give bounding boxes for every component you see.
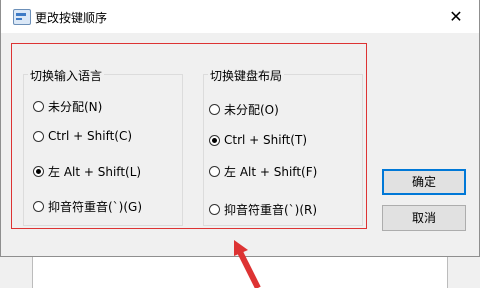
group-label-keyboard-layout: 切换键盘布局	[208, 67, 285, 84]
radio-label: 左 Alt + Shift(F)	[224, 165, 318, 179]
radio-layout-ctrl-shift[interactable]: Ctrl + Shift(T)	[209, 133, 307, 147]
radio-circle-checked[interactable]	[33, 166, 44, 177]
ok-button[interactable]: 确定	[382, 169, 466, 195]
group-label-input-language: 切换输入语言	[28, 67, 105, 84]
window-title: 更改按键顺序	[35, 11, 108, 25]
radio-input-unassigned[interactable]: 未分配(N)	[33, 98, 102, 115]
radio-label: 抑音符重音(`)(G)	[48, 200, 143, 214]
radio-layout-grave-accent[interactable]: 抑音符重音(`)(R)	[209, 201, 317, 218]
radio-circle-checked[interactable]	[209, 134, 220, 146]
dialog-window: 更改按键顺序 ✕ 切换输入语言 未分配(N) Ctrl + Shift(C) 左…	[0, 0, 480, 257]
arrow-shaft	[237, 250, 261, 288]
title-bar: 更改按键顺序 ✕	[1, 0, 479, 33]
radio-layout-left-alt-shift[interactable]: 左 Alt + Shift(F)	[209, 163, 317, 180]
radio-circle[interactable]	[33, 130, 44, 142]
radio-input-left-alt-shift[interactable]: 左 Alt + Shift(L)	[33, 163, 141, 180]
red-arrow-annotation	[234, 240, 261, 288]
radio-layout-unassigned[interactable]: 未分配(O)	[209, 101, 279, 118]
radio-label: Ctrl + Shift(T)	[224, 133, 308, 147]
radio-label: 左 Alt + Shift(L)	[48, 165, 142, 179]
radio-label: 抑音符重音(`)(R)	[224, 203, 318, 217]
radio-circle[interactable]	[209, 204, 220, 215]
radio-circle[interactable]	[33, 101, 44, 112]
radio-circle[interactable]	[209, 104, 220, 115]
radio-label: Ctrl + Shift(C)	[48, 129, 133, 143]
radio-label: 未分配(N)	[48, 100, 103, 114]
close-button[interactable]: ✕	[433, 0, 479, 33]
radio-circle[interactable]	[33, 201, 44, 212]
cancel-button[interactable]: 取消	[382, 205, 466, 231]
radio-label: 未分配(O)	[224, 103, 279, 117]
radio-circle[interactable]	[209, 166, 220, 177]
radio-input-grave-accent[interactable]: 抑音符重音(`)(G)	[33, 198, 142, 215]
radio-input-ctrl-shift[interactable]: Ctrl + Shift(C)	[33, 129, 132, 143]
keyboard-icon	[13, 9, 31, 25]
